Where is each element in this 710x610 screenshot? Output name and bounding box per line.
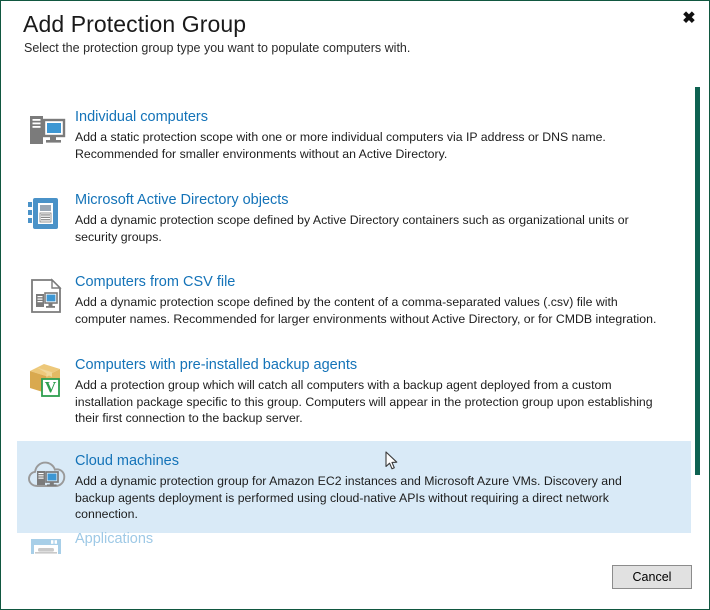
option-computers-from-csv[interactable]: Computers from CSV file Add a dynamic pr… [17, 262, 691, 337]
option-description: Add a dynamic protection group for Amazo… [75, 474, 622, 521]
csv-file-icon [25, 274, 69, 318]
option-title[interactable]: Applications [75, 529, 659, 549]
option-body: Individual computers Add a static protec… [75, 107, 677, 162]
cloud-machines-icon [25, 453, 69, 497]
add-protection-group-dialog: Add Protection Group Select the protecti… [0, 0, 710, 610]
option-preinstalled-backup-agents[interactable]: V Computers with pre-installed backup ag… [17, 345, 691, 437]
option-body: Computers with pre-installed backup agen… [75, 355, 677, 427]
option-active-directory-objects[interactable]: Microsoft Active Directory objects Add a… [17, 180, 691, 255]
option-body: Microsoft Active Directory objects Add a… [75, 190, 677, 245]
package-box-icon: V [25, 357, 69, 401]
desktop-computer-icon [25, 109, 69, 153]
active-directory-icon [25, 192, 69, 236]
option-description: Add a dynamic protection scope defined b… [75, 295, 657, 326]
option-title[interactable]: Cloud machines [75, 451, 659, 471]
option-body: Cloud machines Add a dynamic protection … [75, 451, 677, 523]
option-applications[interactable]: Applications [17, 519, 691, 557]
page-subtitle: Select the protection group type you wan… [24, 41, 411, 55]
option-individual-computers[interactable]: Individual computers Add a static protec… [17, 97, 691, 172]
option-title[interactable]: Microsoft Active Directory objects [75, 190, 659, 210]
scrollbar-thumb[interactable] [695, 87, 700, 475]
page-title: Add Protection Group [23, 11, 247, 37]
applications-icon [25, 531, 69, 557]
close-icon[interactable]: ✖ [677, 8, 701, 30]
option-title[interactable]: Individual computers [75, 107, 659, 127]
dialog-footer: Cancel [2, 555, 709, 608]
option-title[interactable]: Computers with pre-installed backup agen… [75, 355, 659, 375]
cancel-button[interactable]: Cancel [612, 565, 692, 589]
protection-group-type-list: Individual computers Add a static protec… [1, 85, 709, 557]
svg-text:V: V [45, 379, 57, 396]
option-title[interactable]: Computers from CSV file [75, 272, 659, 292]
dialog-header: Add Protection Group Select the protecti… [1, 1, 709, 79]
option-body: Computers from CSV file Add a dynamic pr… [75, 272, 677, 327]
option-body: Applications [75, 529, 677, 549]
option-description: Add a protection group which will catch … [75, 378, 653, 425]
option-description: Add a dynamic protection scope defined b… [75, 213, 629, 244]
scrollbar[interactable] [694, 87, 701, 555]
option-description: Add a static protection scope with one o… [75, 130, 606, 161]
